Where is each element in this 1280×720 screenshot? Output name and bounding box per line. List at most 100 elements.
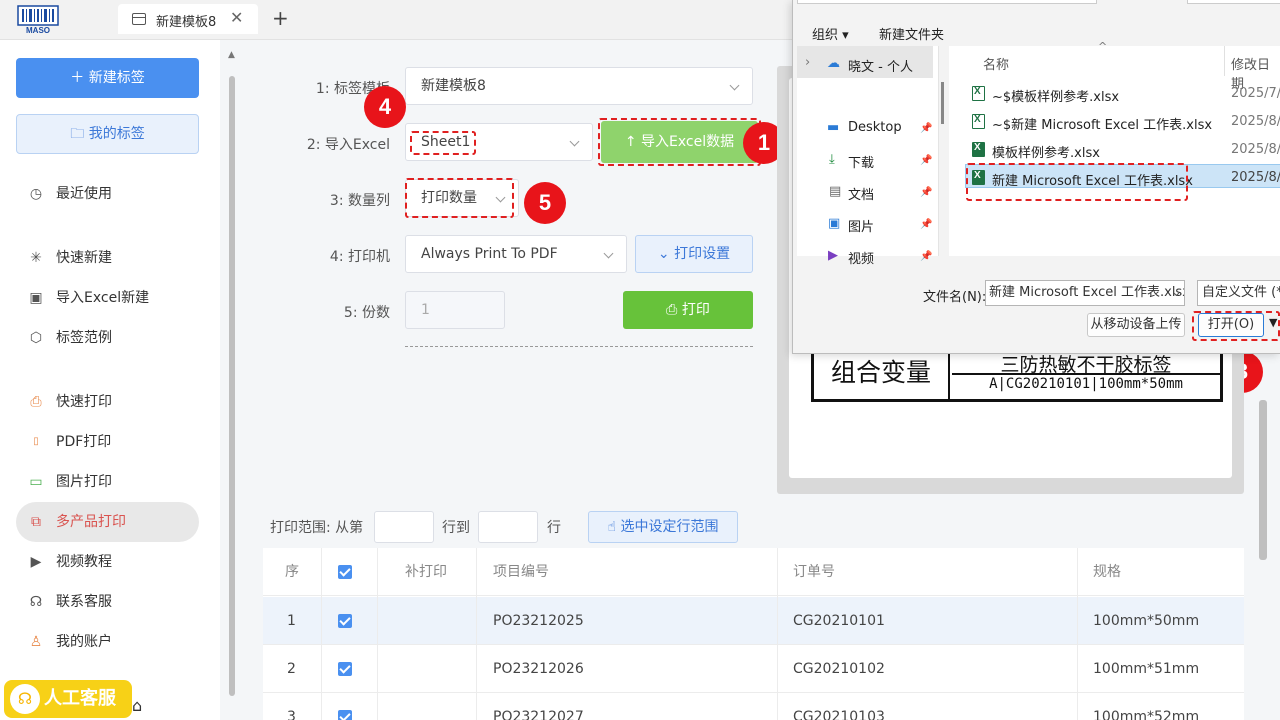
tab-template[interactable]: 新建模板8 ✕	[118, 4, 258, 34]
nav-videos[interactable]: 视频	[848, 248, 874, 267]
sort-asc-icon: ^	[1098, 40, 1108, 53]
sidebar-item-quick-new[interactable]: ✳ 快速新建	[16, 238, 199, 278]
header-reprint: 补打印	[405, 564, 447, 580]
pin-icon: 📌	[920, 155, 933, 166]
data-table: 序 补打印 项目编号 订单号 规格 1 PO23212025 CG2021010…	[263, 548, 1244, 720]
select-range-label: 选中设定行范围	[620, 519, 719, 535]
annotation-box-file	[966, 163, 1188, 201]
template-value: 新建模板8	[421, 78, 486, 94]
row-checkbox[interactable]	[338, 710, 352, 720]
file-item-name[interactable]: 模板样例参考.xlsx	[992, 142, 1100, 161]
close-icon[interactable]: ✕	[230, 8, 243, 27]
filename-label: 文件名(N):	[923, 290, 987, 305]
sidebar-item-examples[interactable]: ⬡ 标签范例	[16, 318, 199, 358]
range-to-input[interactable]	[478, 511, 538, 543]
upload-from-device-button[interactable]: 从移动设备上传	[1087, 313, 1185, 337]
row-spec: 100mm*52mm	[1093, 709, 1200, 720]
sidebar-item-label: 我的账户	[56, 634, 112, 650]
headset-icon: ☊	[10, 684, 40, 714]
header-project: 项目编号	[493, 564, 549, 580]
table-row[interactable]: 2 PO23212026 CG20210102 100mm*51mm	[263, 645, 1244, 693]
sidebar-item-pdf-print[interactable]: ▯ PDF打印	[16, 422, 199, 462]
nav-scrollbar[interactable]	[941, 82, 944, 124]
chevron-right-icon[interactable]: ›	[805, 55, 810, 70]
main-scrollbar[interactable]: ▲	[228, 50, 236, 710]
column-name-header[interactable]: 名称	[983, 54, 1009, 73]
template-select[interactable]: 新建模板8	[405, 67, 753, 105]
search-box[interactable]	[1187, 0, 1280, 4]
table-scrollbar[interactable]	[1259, 400, 1267, 560]
my-labels-button[interactable]: 🗀 我的标签	[16, 114, 199, 154]
filename-input[interactable]: 新建 Microsoft Excel 工作表.xlsx	[985, 280, 1185, 306]
range-from-input[interactable]	[374, 511, 434, 543]
new-folder-button[interactable]: 新建文件夹	[879, 24, 944, 43]
user-icon: ♙	[29, 634, 43, 650]
row-order: CG20210103	[793, 709, 885, 720]
window-icon	[132, 13, 146, 25]
nav-pictures[interactable]: 图片	[848, 216, 874, 235]
tab-title: 新建模板8	[156, 15, 217, 30]
printer-settings-button[interactable]: ⌄ 打印设置	[635, 235, 753, 273]
row-checkbox[interactable]	[338, 614, 352, 628]
sidebar-item-image-print[interactable]: ▭ 图片打印	[16, 462, 199, 502]
multi-print-icon: ⧉	[31, 514, 41, 530]
sidebar-item-video[interactable]: ▶ 视频教程	[16, 542, 199, 582]
new-label-button[interactable]: ＋ 新建标签	[16, 58, 199, 98]
printer-value: Always Print To PDF	[421, 246, 558, 262]
organize-menu[interactable]: 组织 ▾	[812, 24, 849, 43]
copies-label: 5: 份数	[343, 305, 390, 321]
row-project: PO23212026	[493, 661, 584, 677]
table-row[interactable]: 3 PO23212027 CG20210103 100mm*52mm	[263, 693, 1244, 720]
sidebar-item-account[interactable]: ♙ 我的账户	[16, 622, 199, 662]
row-no: 1	[287, 613, 296, 629]
excel-icon: ▣	[29, 290, 43, 306]
header-order: 订单号	[793, 564, 835, 580]
live-support-button[interactable]: ☊ 人工客服	[4, 680, 132, 718]
annotation-box-sheet	[410, 131, 476, 155]
sidebar-item-recent[interactable]: ◷ 最近使用	[16, 174, 199, 214]
row-checkbox[interactable]	[338, 662, 352, 676]
sidebar-item-quick-print[interactable]: ⎙ 快速打印	[16, 382, 199, 422]
picture-icon: ▣	[828, 216, 841, 231]
new-tab-button[interactable]: +	[272, 6, 289, 30]
qty-label: 3: 数量列	[329, 193, 390, 209]
printer-icon: ⎙	[666, 302, 682, 318]
sidebar-item-support[interactable]: ☊ 联系客服	[16, 582, 199, 622]
header-spec: 规格	[1093, 564, 1121, 580]
table-row[interactable]: 1 PO23212025 CG20210101 100mm*50mm	[263, 597, 1244, 645]
select-range-button[interactable]: ☝ 选中设定行范围	[588, 511, 738, 543]
folder-icon: 🗀	[70, 126, 89, 142]
address-bar[interactable]	[797, 0, 1097, 4]
file-item-name[interactable]: ~$模板样例参考.xlsx	[992, 86, 1119, 105]
excel-file-icon	[972, 86, 985, 101]
copies-input[interactable]: 1	[405, 291, 505, 329]
pointer-icon: ☝	[607, 519, 621, 535]
video-icon: ▶	[30, 554, 42, 570]
chevron-down-icon	[729, 80, 740, 91]
live-support-label: 人工客服	[44, 688, 116, 709]
sidebar-item-label: 快速打印	[56, 394, 112, 410]
file-item-name[interactable]: ~$新建 Microsoft Excel 工作表.xlsx	[992, 114, 1212, 133]
row-order: CG20210102	[793, 661, 885, 677]
nav-documents[interactable]: 文档	[848, 184, 874, 203]
select-all-checkbox[interactable]	[338, 565, 352, 579]
excel-label: 2: 导入Excel	[306, 137, 390, 153]
nav-downloads[interactable]: 下载	[848, 152, 874, 171]
image-icon: ▭	[29, 474, 43, 490]
cube-icon: ⬡	[29, 330, 43, 346]
chevron-down-icon[interactable]: ⌄	[1171, 285, 1182, 300]
printer-label: 4: 打印机	[329, 249, 390, 265]
file-type-filter[interactable]: 自定义文件 (*.x	[1197, 280, 1280, 306]
row-project: PO23212025	[493, 613, 584, 629]
sidebar-item-multi-print[interactable]: ⧉ 多产品打印	[16, 502, 199, 542]
printer-select[interactable]: Always Print To PDF	[405, 235, 627, 273]
sidebar-item-import-excel[interactable]: ▣ 导入Excel新建	[16, 278, 199, 318]
excel-file-icon	[972, 142, 985, 157]
header-no: 序	[285, 564, 299, 580]
print-button[interactable]: ⎙ 打印	[623, 291, 753, 329]
headset-icon: ☊	[29, 594, 43, 610]
nav-desktop[interactable]: Desktop	[848, 120, 902, 135]
home-icon[interactable]: ⌂	[132, 696, 142, 715]
file-item-date: 2025/8/2	[1231, 114, 1280, 129]
nav-personal-label: 晓文 - 个人	[848, 60, 913, 75]
